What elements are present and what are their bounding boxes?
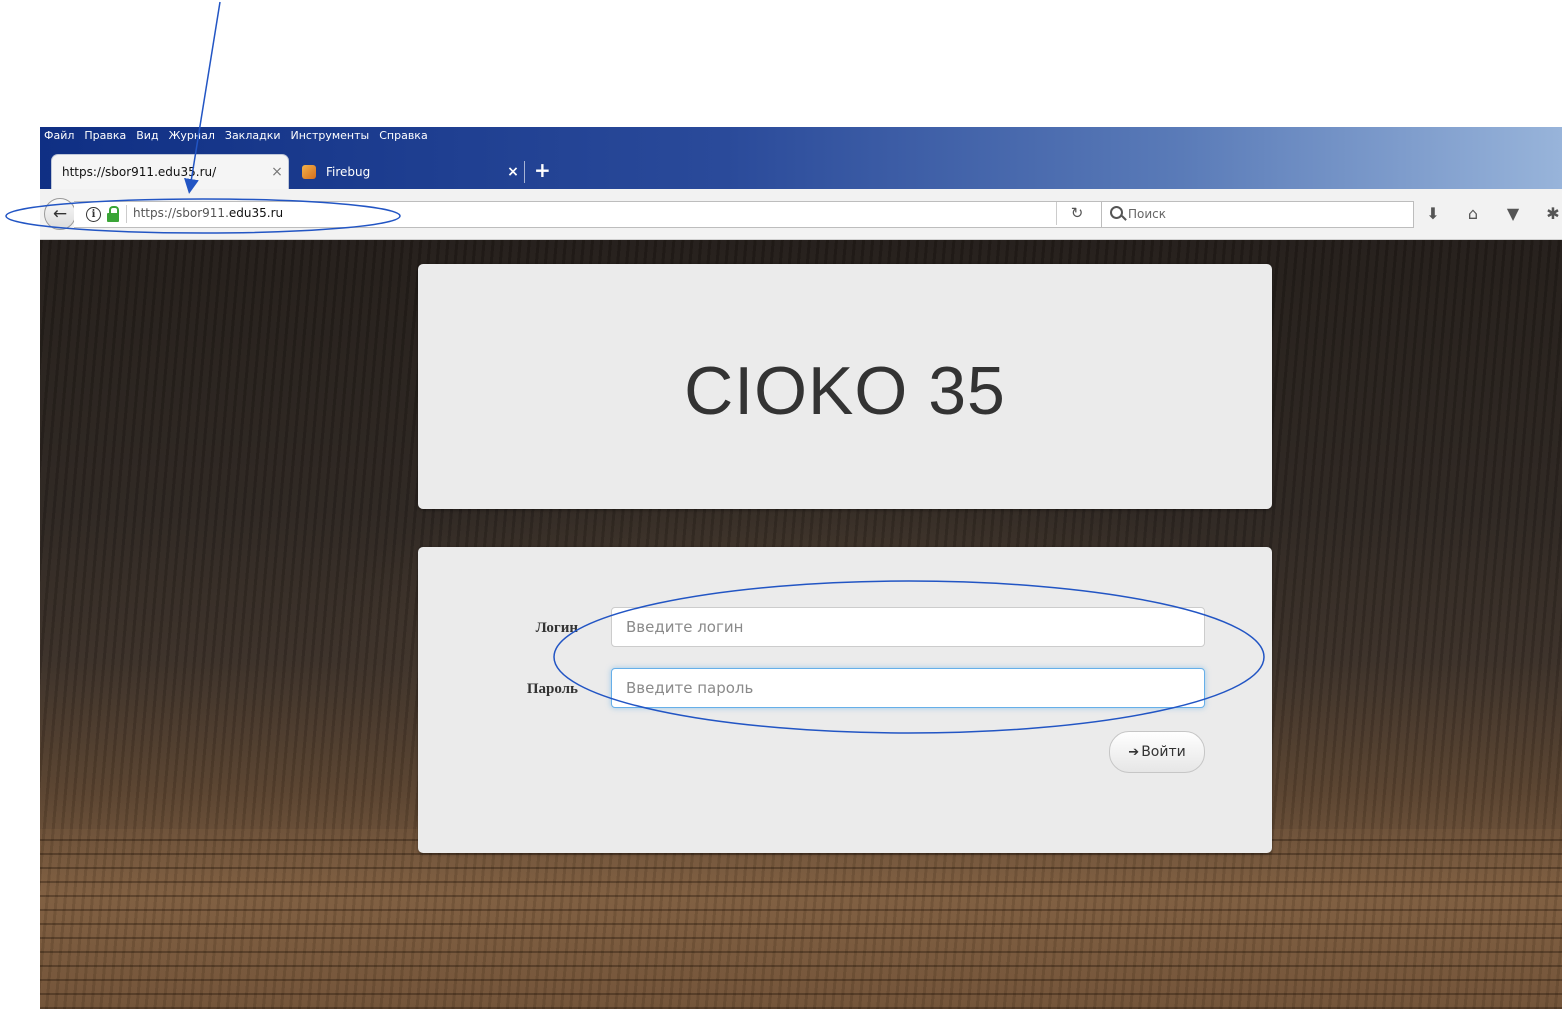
page-title: CIOKO 35	[684, 353, 1006, 429]
header-panel: CIOKO 35	[418, 264, 1272, 509]
login-button-label: Войти	[1141, 744, 1186, 760]
firebug-icon	[302, 165, 316, 179]
browser-window: Файл Правка Вид Журнал Закладки Инструме…	[40, 127, 1562, 1009]
lock-icon[interactable]	[107, 206, 119, 222]
address-bar[interactable]: i https://sbor911.edu35.ru	[74, 201, 1103, 228]
login-form: Логин Пароль ➔ Войти	[418, 547, 1272, 853]
sign-in-icon: ➔	[1128, 744, 1140, 760]
info-icon[interactable]: i	[86, 207, 101, 222]
url-domain: edu35.ru	[228, 206, 284, 220]
menu-tools[interactable]: Инструменты	[291, 127, 380, 143]
reload-button[interactable]: ↻	[1056, 202, 1097, 225]
tab-firebug[interactable]: Firebug ×	[296, 155, 524, 189]
back-button[interactable]: ←	[44, 198, 76, 230]
reload-icon: ↻	[1070, 204, 1084, 222]
login-button[interactable]: ➔ Войти	[1109, 731, 1205, 773]
title-bar: Файл Правка Вид Журнал Закладки Инструме…	[40, 127, 1562, 189]
tab-separator	[524, 161, 525, 183]
menu-history[interactable]: Журнал	[169, 127, 225, 143]
navigation-toolbar: ← i https://sbor911.edu35.ru ↻ ⬇ ⌂ ▼ ✱	[40, 189, 1562, 240]
url-separator	[126, 205, 127, 223]
menu-help[interactable]: Справка	[379, 127, 437, 143]
menu-file[interactable]: Файл	[44, 127, 84, 143]
search-input[interactable]	[1128, 205, 1398, 223]
firebug-toolbar-icon[interactable]: ✱	[1542, 203, 1562, 225]
search-bar[interactable]	[1101, 201, 1414, 228]
url-prefix: https://sbor911.	[133, 206, 229, 220]
login-input[interactable]	[611, 607, 1205, 647]
download-icon[interactable]: ⬇	[1422, 203, 1444, 225]
login-label: Логин	[535, 620, 578, 636]
back-arrow-icon: ←	[52, 204, 68, 224]
menu-edit[interactable]: Правка	[84, 127, 136, 143]
new-tab-button[interactable]: +	[534, 158, 551, 182]
page-viewport: CIOKO 35 Логин Пароль ➔ Войти	[40, 240, 1562, 1009]
menu-bar: Файл Правка Вид Журнал Закладки Инструме…	[44, 127, 438, 143]
menu-view[interactable]: Вид	[136, 127, 168, 143]
tab-close-icon[interactable]: ×	[502, 164, 524, 180]
password-input[interactable]	[611, 668, 1205, 708]
password-label: Пароль	[526, 681, 578, 697]
toolbar-icons: ⬇ ⌂ ▼ ✱	[1422, 203, 1562, 225]
tab-close-icon[interactable]: ×	[266, 164, 288, 180]
tab-sbor911[interactable]: https://sbor911.edu35.ru/ ×	[52, 155, 288, 189]
tab-label: Firebug	[326, 165, 371, 179]
menu-bookmarks[interactable]: Закладки	[225, 127, 291, 143]
tab-label: https://sbor911.edu35.ru/	[62, 165, 217, 179]
home-icon[interactable]: ⌂	[1462, 203, 1484, 225]
pocket-icon[interactable]: ▼	[1502, 203, 1524, 225]
tab-strip: https://sbor911.edu35.ru/ × Firebug × +	[40, 151, 1562, 189]
search-icon	[1110, 206, 1123, 219]
url-text[interactable]: https://sbor911.edu35.ru	[133, 206, 283, 220]
